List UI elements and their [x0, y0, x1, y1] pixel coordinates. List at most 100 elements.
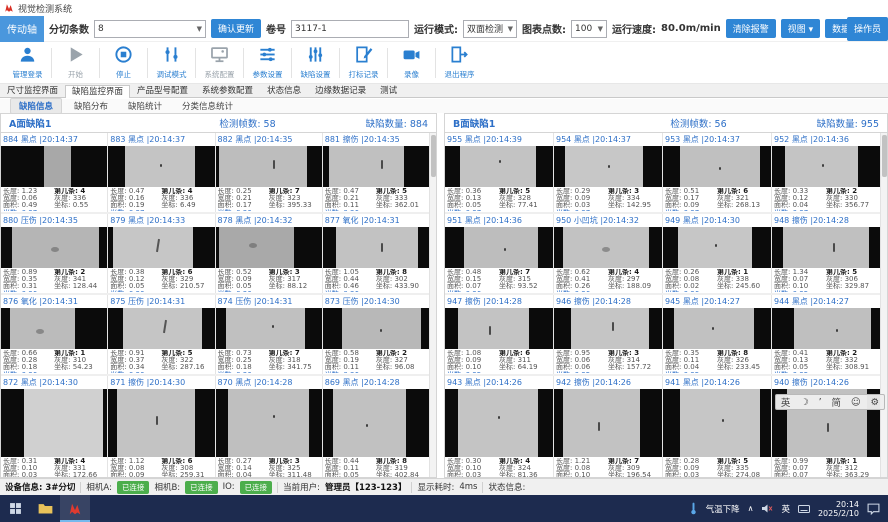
ime-item-2[interactable]: ’ — [819, 397, 822, 408]
defect-card[interactable]: 945 黑点 |20:14:27长度: 0.35宽度: 0.11面积: 0.04… — [663, 295, 772, 374]
defect-card[interactable]: 944 黑点 |20:14:27长度: 0.41宽度: 0.13面积: 0.05… — [772, 295, 880, 374]
run-mode-select[interactable]: 双面检测▼ — [463, 20, 517, 38]
panel-scrollbar[interactable] — [429, 133, 436, 478]
notification-center-icon[interactable] — [867, 503, 880, 515]
tab-4[interactable]: 状态信息 — [260, 84, 308, 97]
defect-mark — [156, 416, 158, 425]
defect-card[interactable]: 874 压伤 |20:14:31长度: 0.73宽度: 0.25面积: 0.18… — [216, 295, 323, 374]
defect-card[interactable]: 872 黑点 |20:14:30长度: 0.31宽度: 0.10面积: 0.03… — [1, 376, 108, 478]
defect-card-header: 884 黑点 |20:14:37 — [1, 133, 107, 146]
defect-card[interactable]: 953 黑点 |20:14:37长度: 0.51宽度: 0.17面积: 0.09… — [663, 133, 772, 212]
scrollbar-thumb[interactable] — [882, 135, 887, 177]
defect-image-center — [113, 227, 194, 268]
defect-image — [554, 308, 662, 349]
defect-card[interactable]: 882 黑点 |20:14:35长度: 0.25宽度: 0.21面积: 0.17… — [216, 133, 323, 212]
defect-card[interactable]: 880 压伤 |20:14:35长度: 0.89宽度: 0.35面积: 0.31… — [1, 214, 108, 293]
defect-card[interactable]: 883 黑点 |20:14:37长度: 0.47宽度: 0.16面积: 0.19… — [108, 133, 215, 212]
system-tray: 气温下降 ∧ 英 20:14 2025/2/10 — [689, 500, 888, 518]
language-indicator[interactable]: 英 — [781, 503, 790, 515]
tab-2[interactable]: 产品型号配置 — [130, 84, 195, 97]
speaker-muted-icon[interactable] — [761, 503, 773, 514]
defect-card[interactable]: 950 小凹坑 |20:14:32长度: 0.62宽度: 0.41面积: 0.2… — [554, 214, 663, 293]
sliders-v-icon — [306, 45, 325, 68]
play-icon — [66, 45, 85, 68]
defect-card[interactable]: 954 黑点 |20:14:37长度: 0.29宽度: 0.09面积: 0.03… — [554, 133, 663, 212]
start-button[interactable] — [0, 495, 30, 522]
ime-item-4[interactable]: ☺ — [851, 397, 861, 408]
scrollbar-thumb[interactable] — [431, 135, 436, 177]
defect-card[interactable]: 873 压伤 |20:14:30长度: 0.58宽度: 0.19面积: 0.11… — [323, 295, 429, 374]
play-button[interactable]: 开始 — [52, 43, 99, 83]
stop-button[interactable]: 停止 — [100, 43, 147, 83]
defect-card[interactable]: 878 黑点 |20:14:32长度: 0.52宽度: 0.09面积: 0.05… — [216, 214, 323, 293]
defect-card[interactable]: 955 黑点 |20:14:39长度: 0.36宽度: 0.13面积: 0.05… — [445, 133, 554, 212]
roll-number-input[interactable] — [291, 20, 409, 38]
subtab-2[interactable]: 缺陷统计 — [120, 99, 170, 113]
defect-image-center — [44, 146, 72, 187]
tab-1[interactable]: 缺陷监控界面 — [65, 85, 130, 98]
defect-card[interactable]: 941 黑点 |20:14:26长度: 0.28宽度: 0.09面积: 0.03… — [663, 376, 772, 478]
ime-keyboard-icon[interactable] — [798, 504, 810, 514]
defect-card[interactable]: 875 压伤 |20:14:31长度: 0.91宽度: 0.37面积: 0.34… — [108, 295, 215, 374]
inspection-app-task-button[interactable] — [60, 495, 90, 522]
defect-image — [445, 389, 553, 457]
ime-toolbar[interactable]: 英 ☽ ’ 简 ☺ ⚙ — [775, 394, 885, 410]
record-button[interactable]: 打标记录 — [340, 43, 387, 83]
defect-card[interactable]: 869 黑点 |20:14:28长度: 0.44宽度: 0.11面积: 0.05… — [323, 376, 429, 478]
defect-card[interactable]: 948 擦伤 |20:14:28长度: 1.34宽度: 0.07面积: 0.10… — [772, 214, 880, 293]
ime-item-0[interactable]: 英 — [781, 395, 791, 409]
defect-card[interactable]: 884 黑点 |20:14:37长度: 1.23宽度: 0.06面积: 0.49… — [1, 133, 108, 212]
tab-0[interactable]: 尺寸监控界面 — [0, 84, 65, 97]
taskbar-clock[interactable]: 20:14 2025/2/10 — [818, 500, 859, 518]
defect-card[interactable]: 879 黑点 |20:14:33长度: 0.38宽度: 0.12面积: 0.05… — [108, 214, 215, 293]
file-explorer-button[interactable] — [30, 495, 60, 522]
defect-card[interactable]: 871 擦伤 |20:14:30长度: 1.12宽度: 0.08面积: 0.09… — [108, 376, 215, 478]
subtab-3[interactable]: 分类信息统计 — [174, 99, 241, 113]
drive-shaft-button[interactable]: 传动轴 — [0, 16, 44, 42]
defect-card[interactable]: 952 黑点 |20:14:36长度: 0.33宽度: 0.12面积: 0.04… — [772, 133, 880, 212]
defect-card[interactable]: 940 擦伤 |20:14:26长度: 0.99宽度: 0.07面积: 0.07… — [772, 376, 880, 478]
sliders-v-button[interactable]: 缺陷设置 — [292, 43, 339, 83]
defect-info: 长度: 0.62宽度: 0.41面积: 0.26米数: 0.36第几条: 4灰度… — [554, 268, 662, 293]
defect-metrics-left: 长度: 0.99宽度: 0.07面积: 0.07米数: 0.35 — [774, 458, 826, 477]
defect-card[interactable]: 942 擦伤 |20:14:26长度: 1.21宽度: 0.08面积: 0.10… — [554, 376, 663, 478]
toolbar-button-0[interactable]: 清除报警 — [726, 19, 776, 38]
defect-card[interactable]: 951 黑点 |20:14:36长度: 0.48宽度: 0.15面积: 0.07… — [445, 214, 554, 293]
confirm-update-button[interactable]: 确认更新 — [211, 19, 261, 38]
operator-button[interactable]: 操作员 — [847, 17, 888, 41]
defect-row: 876 氧化 |20:14:31长度: 0.66宽度: 0.28面积: 0.18… — [1, 295, 429, 376]
defect-card[interactable]: 877 氧化 |20:14:31长度: 1.05宽度: 0.44面积: 0.46… — [323, 214, 429, 293]
ime-item-1[interactable]: ☽ — [800, 397, 809, 408]
ime-item-5[interactable]: ⚙ — [871, 397, 880, 408]
subtab-0[interactable]: 缺陷信息 — [10, 98, 62, 114]
defect-card[interactable]: 947 擦伤 |20:14:28长度: 1.08宽度: 0.09面积: 0.10… — [445, 295, 554, 374]
tray-expand-chevron[interactable]: ∧ — [748, 504, 754, 513]
defect-card[interactable]: 876 氧化 |20:14:31长度: 0.66宽度: 0.28面积: 0.18… — [1, 295, 108, 374]
user-button[interactable]: 管理登录 — [4, 43, 51, 83]
sliders-h-button[interactable]: 参数设置 — [244, 43, 291, 83]
monitor-button[interactable]: 系统配置 — [196, 43, 243, 83]
defect-card[interactable]: 943 黑点 |20:14:26长度: 0.30宽度: 0.10面积: 0.03… — [445, 376, 554, 478]
split-count-select[interactable]: 8▼ — [94, 20, 206, 38]
chart-points-select[interactable]: 100▼ — [571, 20, 607, 38]
camera-button[interactable]: 录像 — [388, 43, 435, 83]
tab-5[interactable]: 边缘数据记录 — [308, 84, 373, 97]
defect-card[interactable]: 946 擦伤 |20:14:28长度: 0.95宽度: 0.06面积: 0.06… — [554, 295, 663, 374]
defect-mark — [822, 164, 824, 167]
tune-button[interactable]: 调试模式 — [148, 43, 195, 83]
ime-item-3[interactable]: 简 — [831, 395, 841, 409]
tab-3[interactable]: 系统参数配置 — [195, 84, 260, 97]
exit-button[interactable]: 退出程序 — [436, 43, 483, 83]
toolbar-button-1[interactable]: 视图 ▾ — [781, 19, 820, 38]
weather-ticker[interactable]: 气温下降 — [706, 503, 740, 515]
defect-card[interactable]: 949 黑点 |20:14:30长度: 0.26宽度: 0.08面积: 0.02… — [663, 214, 772, 293]
defect-card[interactable]: 870 黑点 |20:14:28长度: 0.27宽度: 0.14面积: 0.04… — [216, 376, 323, 478]
defect-metrics-right: 第几条: 7灰度: 318坐标: 341.75 — [269, 350, 320, 373]
defect-card[interactable]: 881 擦伤 |20:14:35长度: 0.47宽度: 0.21面积: 0.11… — [323, 133, 429, 212]
meter-value: 米数: 0.37 — [665, 210, 717, 211]
subtab-1[interactable]: 缺陷分布 — [66, 99, 116, 113]
user-button-label: 管理登录 — [13, 69, 43, 80]
panel-scrollbar[interactable] — [880, 133, 887, 478]
tab-6[interactable]: 测试 — [373, 84, 404, 97]
app-title: 视觉检测系统 — [18, 2, 72, 15]
